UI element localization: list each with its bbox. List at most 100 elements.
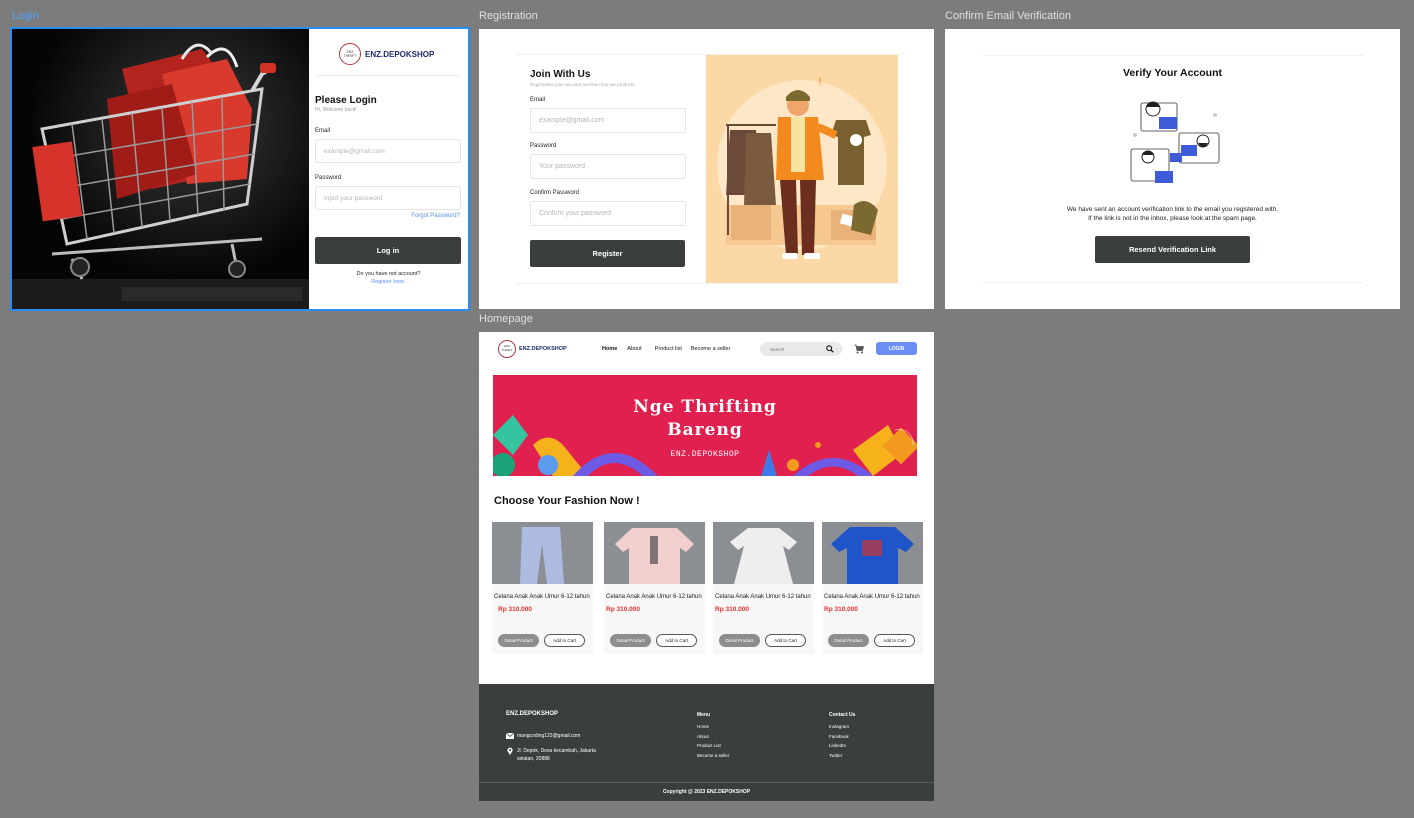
forgot-password-link[interactable]: Forgot Password? xyxy=(411,213,460,219)
confirm-frame: Verify Your Account We have sent an acco… xyxy=(945,29,1400,309)
register-button[interactable]: Register xyxy=(530,240,685,267)
nav-become-seller[interactable]: Become a seller xyxy=(691,346,730,352)
footer-contact-facebook[interactable]: Facebook xyxy=(829,734,855,739)
register-email-input[interactable] xyxy=(530,108,686,133)
footer-menu-home[interactable]: Home xyxy=(697,724,729,729)
frame-label-registration: Registration xyxy=(479,10,538,22)
detail-product-button[interactable]: Detail Product xyxy=(610,634,651,647)
login-frame: ENZ THRIFT ENZ.DEPOKSHOP Please Login Hi… xyxy=(10,27,470,311)
login-button[interactable]: Log in xyxy=(315,237,461,264)
verify-title: Verify Your Account xyxy=(1123,67,1222,79)
banner-brand: ENZ.DEPOKSHOP xyxy=(670,450,740,459)
footer-menu-title: Menu xyxy=(697,712,711,718)
product-price: Rp 310.000 xyxy=(498,606,532,613)
registration-frame: Join With Us Registration your account a… xyxy=(479,29,934,309)
product-image[interactable] xyxy=(492,522,593,584)
frame-label-confirm: Confirm Email Verification xyxy=(945,10,1071,22)
detail-product-button[interactable]: Detail Product xyxy=(828,634,869,647)
resend-verification-button[interactable]: Resend Verification Link xyxy=(1095,236,1250,263)
footer-address-line1: Jl. Depok, Desa kecambah, Jakarta xyxy=(517,748,596,754)
product-name: Celana Anak Anak Umur 6-12 tahun xyxy=(715,594,811,600)
main-nav: Home About Product list Become a seller xyxy=(602,346,730,352)
register-subtitle: Registration your account and then buy o… xyxy=(530,82,636,87)
nav-product-list[interactable]: Product list xyxy=(655,346,682,352)
product-image[interactable] xyxy=(822,522,923,584)
search-bar[interactable] xyxy=(760,342,842,356)
product-price: Rp 310.000 xyxy=(824,606,858,613)
footer-contact-title: Contact Us xyxy=(829,712,856,718)
home-brand-name: ENZ.DEPOKSHOP xyxy=(519,346,567,352)
register-link[interactable]: Register here. xyxy=(309,279,468,285)
banner-title-line2: Bareng xyxy=(667,420,743,440)
register-title: Join With Us xyxy=(530,69,591,80)
homepage-frame: ENZ THRIFT ENZ.DEPOKSHOP Home About Prod… xyxy=(479,332,934,801)
product-price: Rp 310.000 xyxy=(606,606,640,613)
nav-about[interactable]: About xyxy=(627,346,641,352)
add-to-cart-button[interactable]: Add to Cart xyxy=(874,634,915,647)
register-password-label: Password xyxy=(530,143,557,149)
detail-product-button[interactable]: Detail Product xyxy=(719,634,760,647)
login-title: Please Login xyxy=(315,95,377,106)
register-password-input[interactable] xyxy=(530,154,686,179)
verify-message-line1: We have sent an account verification lin… xyxy=(1066,206,1279,213)
search-input[interactable] xyxy=(770,344,820,354)
footer-address-line2: selatan, 20888 xyxy=(517,756,550,762)
home-login-button[interactable]: LOGIN xyxy=(876,342,917,355)
footer-divider xyxy=(479,782,934,783)
register-email-label: Email xyxy=(530,97,546,103)
svg-text:!: ! xyxy=(818,77,822,88)
logo-badge-icon: ENZ THRIFT xyxy=(498,340,516,358)
footer-menu-about[interactable]: About xyxy=(697,734,729,739)
product-price: Rp 310.000 xyxy=(715,606,749,613)
footer: ENZ.DEPOKSHOP mangcoding123@gmail.com Jl… xyxy=(479,684,934,801)
brand-name: ENZ.DEPOKSHOP xyxy=(365,49,435,59)
logo-badge-icon: ENZ THRIFT xyxy=(339,43,361,65)
product-card[interactable]: Celana Anak Anak Umur 6-12 tahun Rp 310.… xyxy=(604,522,705,654)
password-label: Password xyxy=(315,175,342,181)
nav-home[interactable]: Home xyxy=(602,346,617,352)
footer-email[interactable]: mangcoding123@gmail.com xyxy=(517,733,580,739)
detail-product-button[interactable]: Detail Product xyxy=(498,634,539,647)
confirm-password-label: Confirm Password xyxy=(530,190,580,196)
product-card[interactable]: Celana Anak Anak Umur 6-12 tahun Rp 310.… xyxy=(822,522,923,654)
password-input[interactable] xyxy=(315,186,461,210)
footer-contact: Contact Us Instagram Facebook LinkedIn T… xyxy=(829,712,855,762)
product-name: Celana Anak Anak Umur 6-12 tahun xyxy=(606,594,702,600)
confirm-password-input[interactable] xyxy=(530,201,686,226)
shopping-cart-image xyxy=(12,29,309,309)
login-subtitle: Hi, Welcome back! xyxy=(315,107,357,113)
email-input[interactable] xyxy=(315,139,461,163)
badge-bottom-text: THRIFT xyxy=(501,348,513,352)
badge-bottom-text: THRIFT xyxy=(343,54,357,58)
home-brand-logo[interactable]: ENZ THRIFT ENZ.DEPOKSHOP xyxy=(498,340,567,358)
footer-copyright: Copyright @ 2023 ENZ.DEPOKSHOP xyxy=(662,789,751,795)
footer-brand: ENZ.DEPOKSHOP xyxy=(506,711,559,717)
location-pin-icon xyxy=(507,747,513,755)
product-image[interactable] xyxy=(604,522,705,584)
brand-logo: ENZ THRIFT ENZ.DEPOKSHOP xyxy=(339,43,434,65)
footer-contact-instagram[interactable]: Instagram xyxy=(829,724,855,729)
add-to-cart-button[interactable]: Add to Cart xyxy=(656,634,697,647)
product-card[interactable]: Celana Anak Anak Umur 6-12 tahun Rp 310.… xyxy=(713,522,814,654)
mail-icon xyxy=(506,733,514,739)
no-account-text: Do you have not account? xyxy=(356,271,421,277)
footer-contact-twitter[interactable]: Twitter xyxy=(829,753,855,758)
shopping-illustration: ! xyxy=(706,55,898,283)
product-name: Celana Anak Anak Umur 6-12 tahun xyxy=(824,594,920,600)
add-to-cart-button[interactable]: Add to Cart xyxy=(544,634,585,647)
add-to-cart-button[interactable]: Add to Cart xyxy=(765,634,806,647)
verify-message-line2: If the link is not in the inbox, please … xyxy=(1088,215,1257,222)
product-image[interactable] xyxy=(713,522,814,584)
product-card[interactable]: Celana Anak Anak Umur 6-12 tahun Rp 310.… xyxy=(492,522,593,654)
search-icon[interactable] xyxy=(826,345,834,353)
product-name: Celana Anak Anak Umur 6-12 tahun xyxy=(494,594,590,600)
footer-menu: Menu Home About Product List Become a se… xyxy=(697,712,729,762)
footer-menu-become-seller[interactable]: Become a seller xyxy=(697,753,729,758)
cart-icon[interactable] xyxy=(854,344,864,354)
verify-illustration xyxy=(1123,95,1225,189)
banner-title-line1: Nge Thrifting xyxy=(633,397,777,417)
divider xyxy=(317,75,460,76)
login-panel: ENZ THRIFT ENZ.DEPOKSHOP Please Login Hi… xyxy=(309,29,468,309)
footer-menu-product-list[interactable]: Product List xyxy=(697,743,729,748)
footer-contact-linkedin[interactable]: LinkedIn xyxy=(829,743,855,748)
